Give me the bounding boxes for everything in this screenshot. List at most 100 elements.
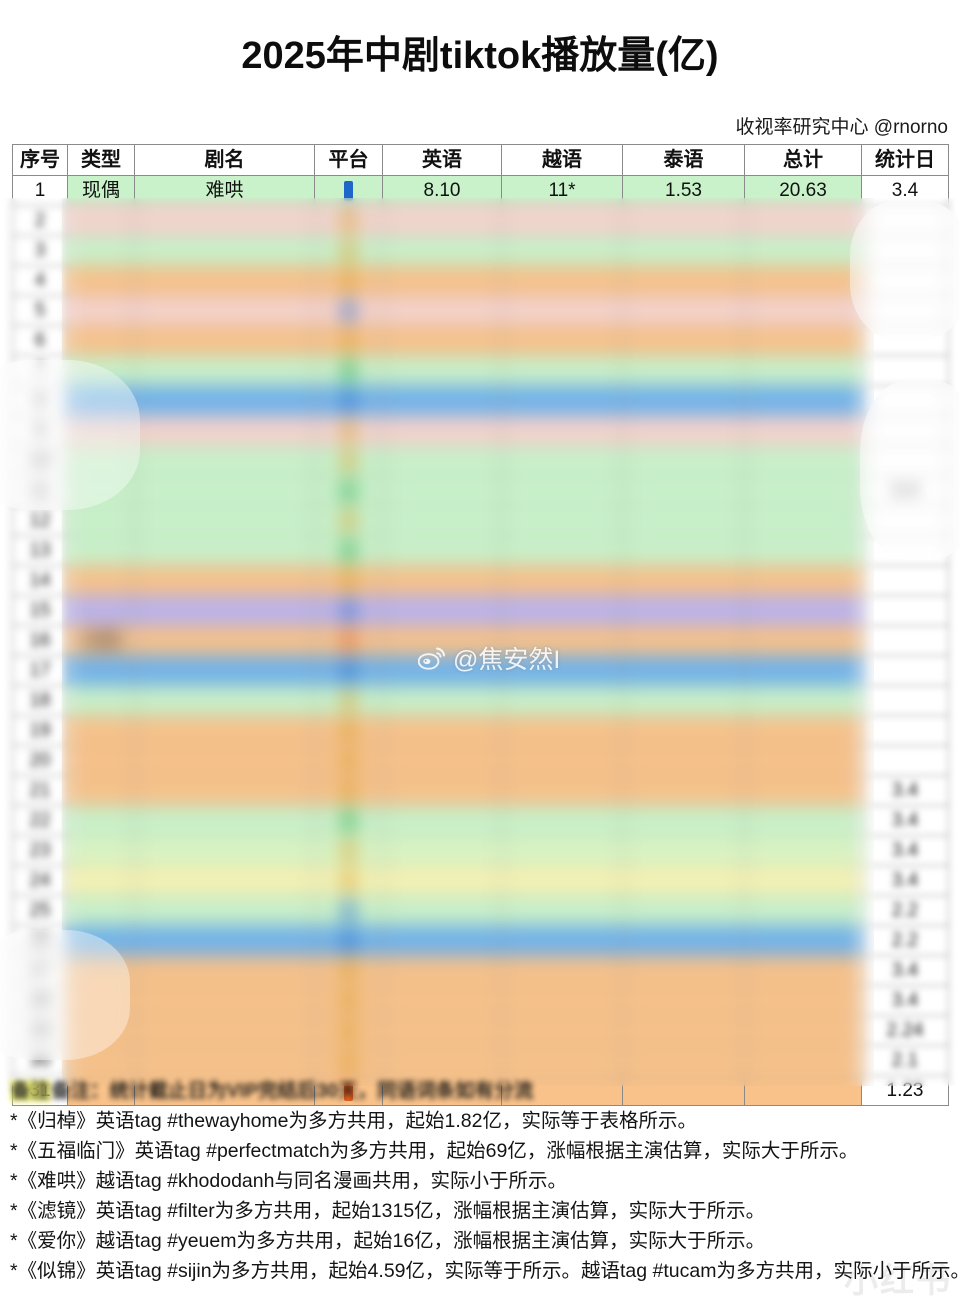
cell-english xyxy=(382,955,502,986)
screenshot-root: { "title": "2025年中剧tiktok播放量(亿)", "attri… xyxy=(0,0,960,1310)
cell-platform xyxy=(314,865,383,896)
cell-english: 8.10 xyxy=(382,175,502,206)
cell-name xyxy=(134,355,315,386)
table-row: 17 xyxy=(12,655,949,686)
table-row: 12 xyxy=(12,505,949,536)
cell-english xyxy=(382,805,502,836)
table-row: 6 xyxy=(12,325,949,356)
col-header-viet: 越语 xyxy=(501,144,623,176)
cell-thai xyxy=(622,355,745,386)
table-row: 3 xyxy=(12,235,949,266)
cell-total xyxy=(744,805,862,836)
footnote-masked-text: 备注：统计截止日为VIP完结后30天，同语词条如有分流 xyxy=(51,1080,534,1102)
cell-index: 26 xyxy=(12,925,68,956)
table-row: 28 3.4 xyxy=(12,985,949,1016)
cell-platform xyxy=(314,175,383,206)
cell-index: 17 xyxy=(12,655,68,686)
cell-total: 20.63 xyxy=(744,175,862,206)
cell-thai xyxy=(622,955,745,986)
col-header-thai: 泰语 xyxy=(622,144,745,176)
cell-name xyxy=(134,805,315,836)
cell-type xyxy=(67,775,135,806)
cell-name xyxy=(134,655,315,686)
cell-english xyxy=(382,445,502,476)
platform-tencent-icon xyxy=(344,1050,353,1071)
page-title: 2025年中剧tiktok播放量(亿) xyxy=(241,35,719,77)
cell-thai xyxy=(622,715,745,746)
cell-total xyxy=(744,955,862,986)
cell-index: 19 xyxy=(12,715,68,746)
table-row: 15 xyxy=(12,595,949,626)
cell-thai xyxy=(622,445,745,476)
cell-platform xyxy=(314,775,383,806)
cell-date xyxy=(861,415,949,446)
cell-type xyxy=(67,295,135,326)
cell-index: 30 xyxy=(12,1045,68,1076)
cell-thai xyxy=(622,595,745,626)
cell-platform xyxy=(314,565,383,596)
cell-viet xyxy=(501,325,623,356)
table-row: 9 xyxy=(12,415,949,446)
table-row: 22 3.4 xyxy=(12,805,949,836)
cell-viet xyxy=(501,265,623,296)
cell-thai: 1.53 xyxy=(622,175,745,206)
cell-platform xyxy=(314,655,383,686)
cell-date xyxy=(861,355,949,386)
cell-name xyxy=(134,205,315,236)
cell-index: 25 xyxy=(12,895,68,926)
cell-index: 20 xyxy=(12,745,68,776)
cell-total xyxy=(744,295,862,326)
cell-name xyxy=(134,625,315,656)
cell-viet xyxy=(501,625,623,656)
cell-english xyxy=(382,205,502,236)
cell-viet xyxy=(501,805,623,836)
cell-date: 3.4 xyxy=(861,985,949,1016)
col-header-name: 剧名 xyxy=(134,144,315,176)
cell-name xyxy=(134,715,315,746)
table-row: 7 xyxy=(12,355,949,386)
cell-name xyxy=(134,835,315,866)
cell-thai xyxy=(622,295,745,326)
platform-tencent-icon xyxy=(344,240,353,261)
cell-date xyxy=(861,205,949,236)
cell-date xyxy=(861,385,949,416)
cell-name xyxy=(134,235,315,266)
cell-index: 21 xyxy=(12,775,68,806)
cell-english xyxy=(382,415,502,446)
platform-tencent-icon xyxy=(344,690,353,711)
platform-youku-icon xyxy=(344,900,353,921)
cell-viet xyxy=(501,865,623,896)
cell-viet xyxy=(501,775,623,806)
cell-viet xyxy=(501,985,623,1016)
table-row: 23 3.4 xyxy=(12,835,949,866)
cell-thai xyxy=(622,985,745,1016)
platform-mango-icon xyxy=(344,630,353,651)
cell-index: 18 xyxy=(12,685,68,716)
platform-youku-icon xyxy=(344,660,353,681)
cell-total xyxy=(744,445,862,476)
cell-viet xyxy=(501,295,623,326)
cell-english xyxy=(382,295,502,326)
table-body: 1 现偶 难哄 8.10 11* 1.53 20.63 3.4 2 3 4 5 6 7 8 9 10 11 3.4 1… xyxy=(12,175,949,1106)
platform-youku-icon xyxy=(344,600,353,621)
cell-thai xyxy=(622,655,745,686)
cell-viet xyxy=(501,355,623,386)
cell-english xyxy=(382,385,502,416)
table-row: 11 3.4 xyxy=(12,475,949,506)
cell-index: 4 xyxy=(12,265,68,296)
cell-viet xyxy=(501,595,623,626)
table-row: 24 3.4 xyxy=(12,865,949,896)
cell-thai xyxy=(622,415,745,446)
cell-type xyxy=(67,535,135,566)
cell-viet xyxy=(501,205,623,236)
cell-type xyxy=(67,385,135,416)
attribution-credit: 收视率研究中心 @rnorno xyxy=(735,117,949,138)
footnote-line: *《五福临门》英语tag #perfectmatch为多方共用，起始69亿，涨幅… xyxy=(10,1140,859,1162)
cell-name xyxy=(134,265,315,296)
col-header-total: 总计 xyxy=(744,144,862,176)
platform-tencent-icon xyxy=(344,780,353,801)
footnote-list: *《归棹》英语tag #thewayhome为多方共用，起始1.82亿，实际等于… xyxy=(10,1106,960,1286)
table-row: 30 2.1 xyxy=(12,1045,949,1076)
cell-platform xyxy=(314,595,383,626)
cell-date xyxy=(861,295,949,326)
